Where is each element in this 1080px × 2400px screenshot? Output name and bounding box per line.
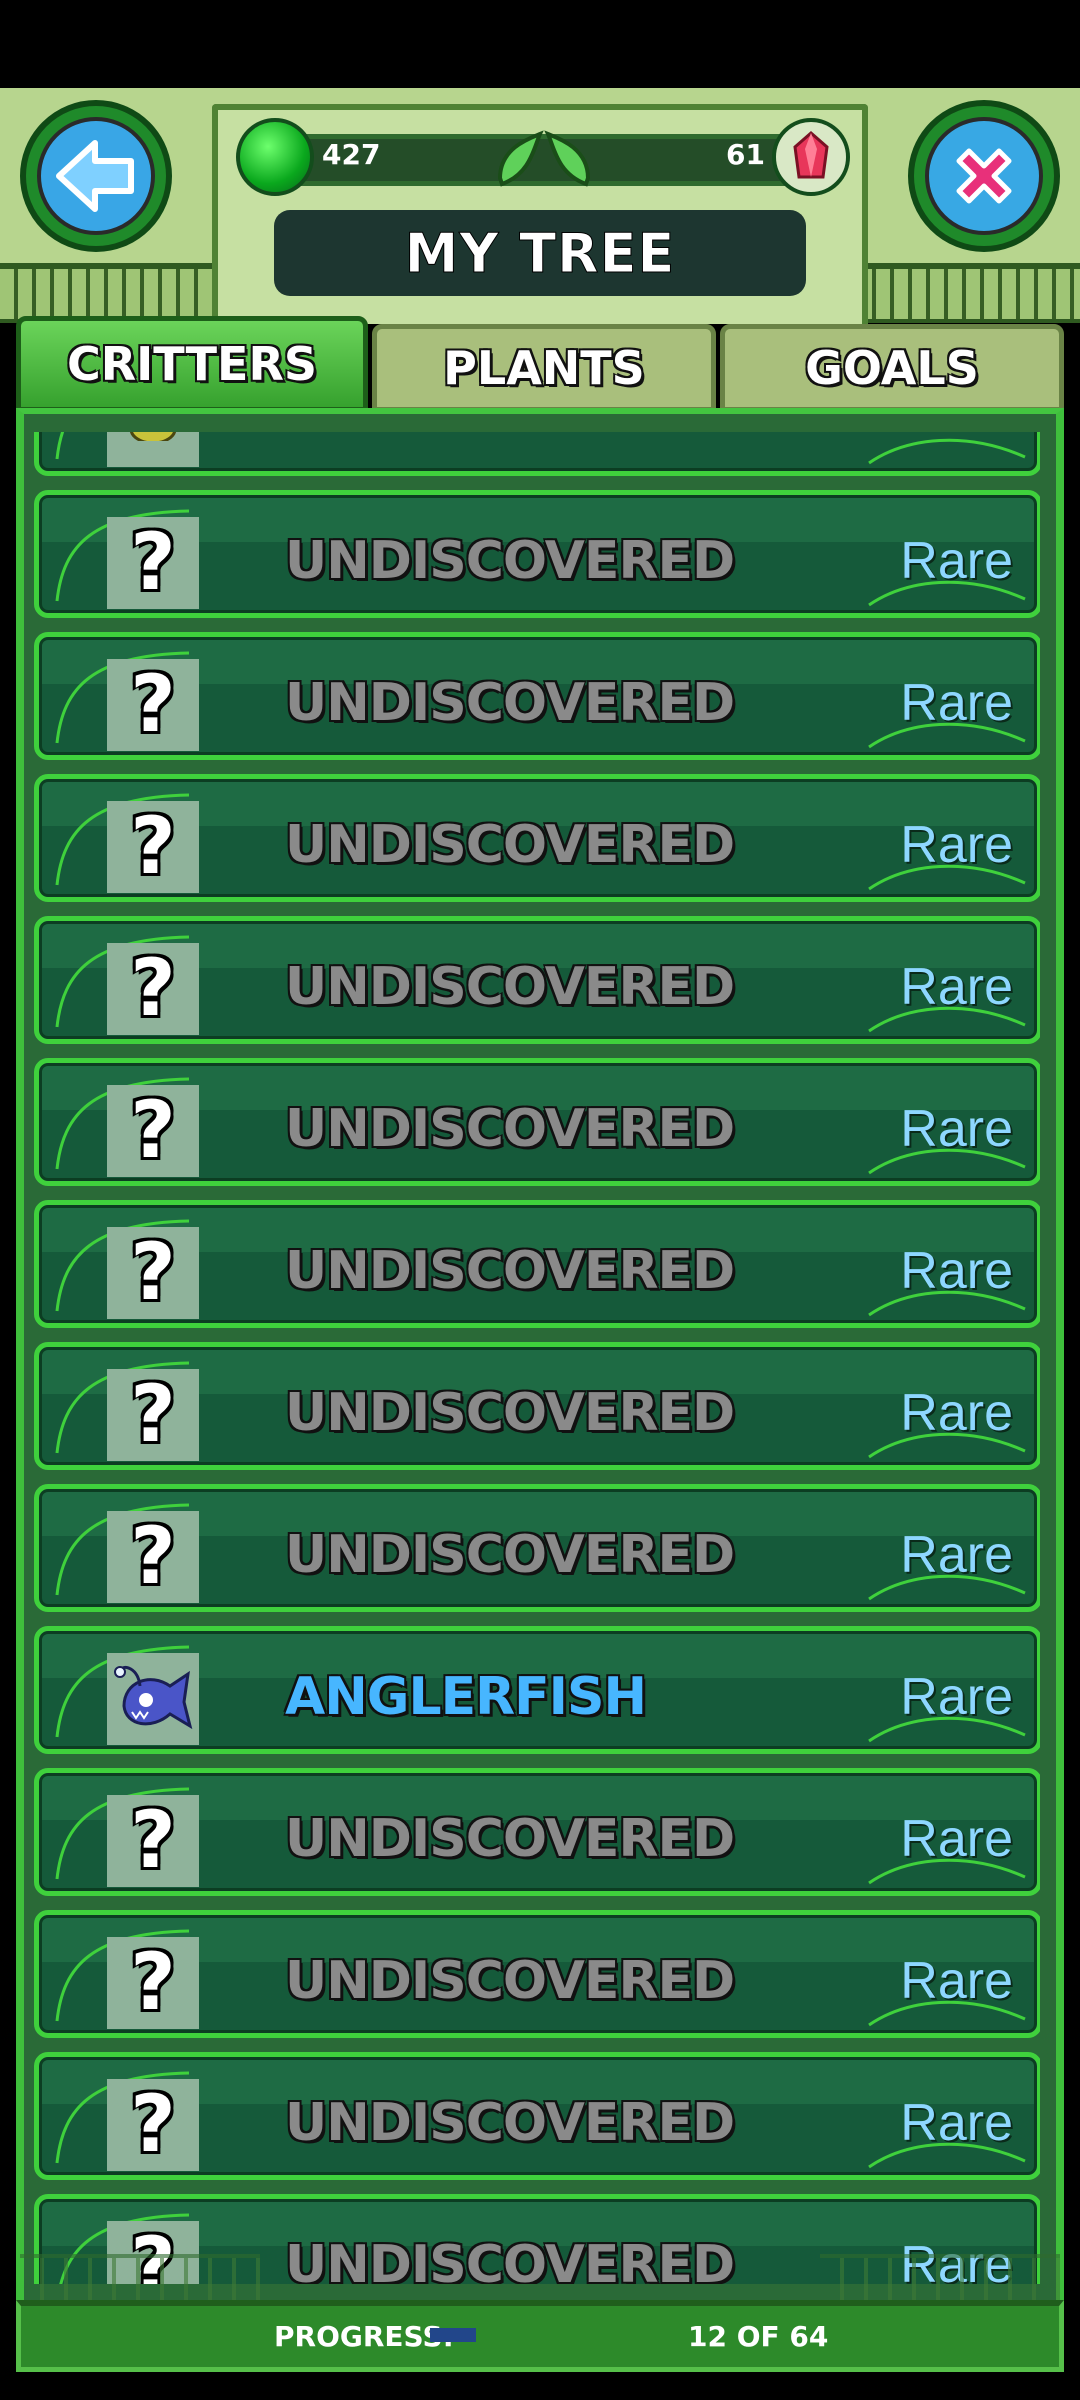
back-arrow-icon: [56, 140, 134, 212]
tab-bar: CRITTERS PLANTS GOALS: [16, 316, 1064, 412]
critter-row[interactable]: ? UNDISCOVERED Rare: [34, 490, 1040, 618]
critter-name: ANGLERFISH: [285, 1667, 647, 1727]
question-mark-icon: ?: [107, 1795, 199, 1887]
critter-list[interactable]: ? UNDISCOVERED Rare? UNDISCOVERED Rare? UNDIS…: [20, 432, 1040, 2284]
question-mark-icon: ?: [107, 1227, 199, 1319]
critter-row[interactable]: ? UNDISCOVERED Rare: [34, 1058, 1040, 1186]
critter-row[interactable]: ? UNDISCOVERED Rare: [34, 1768, 1040, 1896]
close-x-icon: [956, 148, 1012, 204]
critter-row[interactable]: ? UNDISCOVERED Rare: [34, 774, 1040, 902]
progress-fill: [430, 2328, 476, 2342]
close-button[interactable]: [908, 100, 1060, 252]
question-mark-icon: ?: [107, 517, 199, 609]
back-button[interactable]: [20, 100, 172, 252]
critter-name: UNDISCOVERED: [285, 2235, 735, 2284]
question-mark-icon: ?: [107, 659, 199, 751]
critter-row[interactable]: ? UNDISCOVERED Rare: [34, 2052, 1040, 2180]
critter-rarity: Rare: [900, 532, 1013, 590]
critter-rarity: Rare: [900, 816, 1013, 874]
critter-name: UNDISCOVERED: [285, 1525, 735, 1585]
question-mark-icon: ?: [107, 2079, 199, 2171]
progress-bar-panel: [16, 2300, 1064, 2372]
corner-decoration-right: [820, 2254, 1060, 2304]
critter-rarity: Rare: [900, 1100, 1013, 1158]
green-gem-icon: [236, 118, 314, 196]
critter-rarity: Rare: [900, 1952, 1013, 2010]
critter-name: UNDISCOVERED: [285, 1809, 735, 1869]
critter-row[interactable]: ? UNDISCOVERED Rare: [34, 1200, 1040, 1328]
critter-row[interactable]: [34, 432, 1040, 476]
critter-row[interactable]: ? UNDISCOVERED Rare: [34, 1342, 1040, 1470]
critter-name: UNDISCOVERED: [285, 531, 735, 591]
critter-name: UNDISCOVERED: [285, 1383, 735, 1443]
critter-rarity: Rare: [900, 674, 1013, 732]
critter-icon: [107, 432, 199, 467]
tab-plants[interactable]: PLANTS: [372, 324, 716, 412]
critter-row[interactable]: ? UNDISCOVERED Rare: [34, 1910, 1040, 2038]
vine-decoration: [868, 438, 1026, 465]
anglerfish-icon: [107, 1653, 199, 1745]
question-mark-icon: ?: [107, 1085, 199, 1177]
header-railing-right: [840, 263, 1080, 323]
critter-rarity: Rare: [900, 1668, 1013, 1726]
tab-goals[interactable]: GOALS: [720, 324, 1064, 412]
critter-rarity: Rare: [900, 1810, 1013, 1868]
leaf-icon: [544, 130, 591, 187]
question-mark-icon: ?: [107, 1511, 199, 1603]
critter-name: UNDISCOVERED: [285, 957, 735, 1017]
status-bar: [0, 0, 1080, 88]
corner-decoration-left: [20, 2254, 260, 2304]
tab-critters[interactable]: CRITTERS: [16, 316, 368, 412]
crystal-count: 61: [726, 138, 765, 171]
critter-name: UNDISCOVERED: [285, 815, 735, 875]
critter-name: UNDISCOVERED: [285, 1099, 735, 1159]
question-mark-icon: ?: [107, 1937, 199, 2029]
critter-name: UNDISCOVERED: [285, 673, 735, 733]
critter-row[interactable]: ? UNDISCOVERED Rare: [34, 1484, 1040, 1612]
question-mark-icon: ?: [107, 1369, 199, 1461]
red-crystal-icon: [772, 118, 850, 196]
question-mark-icon: ?: [107, 801, 199, 893]
critter-rarity: Rare: [900, 2094, 1013, 2152]
progress-count: 12 OF 64: [688, 2320, 829, 2353]
critter-name: UNDISCOVERED: [285, 2093, 735, 2153]
critter-rarity: Rare: [900, 1384, 1013, 1442]
critter-name: UNDISCOVERED: [285, 1241, 735, 1301]
critter-rarity: Rare: [900, 1526, 1013, 1584]
critter-row[interactable]: ANGLERFISH Rare: [34, 1626, 1040, 1754]
critter-row[interactable]: ? UNDISCOVERED Rare: [34, 916, 1040, 1044]
page-title: MY TREE: [274, 210, 806, 296]
critter-rarity: Rare: [900, 1242, 1013, 1300]
header-railing-left: [0, 263, 240, 323]
question-mark-icon: ?: [107, 943, 199, 1035]
critter-row[interactable]: ? UNDISCOVERED Rare: [34, 632, 1040, 760]
progress-label: PROGRESS:: [274, 2320, 454, 2353]
critter-name: UNDISCOVERED: [285, 1951, 735, 2011]
gem-count: 427: [322, 138, 381, 171]
critter-rarity: Rare: [900, 958, 1013, 1016]
